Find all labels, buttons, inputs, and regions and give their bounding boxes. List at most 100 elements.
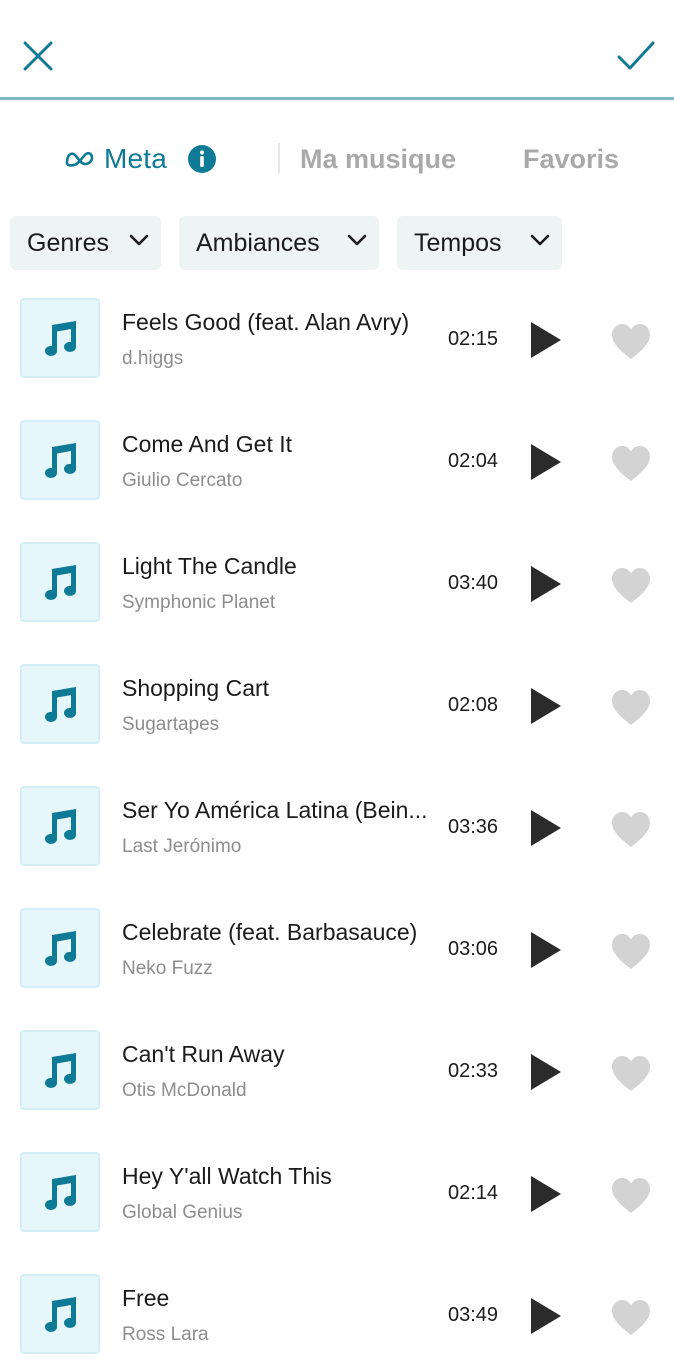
track-duration: 02:15: [448, 328, 499, 350]
track-title: Hey Y'all Watch This: [122, 1163, 332, 1189]
filter-ambiances-label: Ambiances: [196, 228, 320, 257]
track-artist: Sugartapes: [122, 714, 220, 735]
play-button[interactable]: [524, 1172, 566, 1216]
heart-icon: [612, 324, 650, 359]
filter-tempos-dropdown[interactable]: Tempos: [397, 216, 562, 270]
tab-meta[interactable]: Meta: [64, 139, 217, 179]
play-icon: [531, 688, 561, 724]
close-button[interactable]: [12, 30, 64, 82]
track-duration: 03:49: [448, 1304, 499, 1326]
track-artist: Symphonic Planet: [122, 592, 276, 613]
source-tabs: Meta Ma musique Favoris: [0, 103, 674, 208]
play-button[interactable]: [524, 928, 566, 972]
track-title: Feels Good (feat. Alan Avry): [122, 309, 410, 335]
music-note-icon: [20, 1274, 100, 1354]
play-button[interactable]: [524, 806, 566, 850]
track-row[interactable]: Free Ross Lara 03:49: [0, 1258, 674, 1370]
track-duration: 03:36: [448, 816, 499, 838]
track-row[interactable]: Celebrate (feat. Barbasauce) Neko Fuzz 0…: [0, 892, 674, 1004]
heart-icon: [612, 568, 650, 603]
favorite-button[interactable]: [607, 564, 655, 608]
heart-icon: [612, 1056, 650, 1091]
heart-icon: [612, 812, 650, 847]
track-title: Ser Yo América Latina (Bein...: [122, 797, 428, 823]
play-button[interactable]: [524, 440, 566, 484]
track-row[interactable]: Come And Get It Giulio Cercato 02:04: [0, 404, 674, 516]
music-note-icon: [20, 1152, 100, 1232]
track-duration: 03:40: [448, 572, 499, 594]
favorite-button[interactable]: [607, 808, 655, 852]
play-icon: [531, 810, 561, 846]
track-title: Can't Run Away: [122, 1041, 285, 1067]
track-artist: Ross Lara: [122, 1324, 209, 1345]
music-note-icon: [20, 298, 100, 378]
chevron-down-icon: [530, 233, 550, 247]
favorite-button[interactable]: [607, 930, 655, 974]
play-icon: [531, 1054, 561, 1090]
track-duration: 03:06: [448, 938, 499, 960]
track-artist: Last Jerónimo: [122, 836, 242, 857]
track-row[interactable]: Ser Yo América Latina (Bein... Last Jeró…: [0, 770, 674, 882]
track-title: Free: [122, 1285, 170, 1311]
heart-icon: [612, 690, 650, 725]
play-icon: [531, 932, 561, 968]
favorite-button[interactable]: [607, 1174, 655, 1218]
play-button[interactable]: [524, 562, 566, 606]
filter-genres-label: Genres: [27, 228, 109, 257]
track-title: Celebrate (feat. Barbasauce): [122, 919, 418, 945]
heart-icon: [612, 1178, 650, 1213]
play-icon: [531, 322, 561, 358]
track-duration: 02:08: [448, 694, 499, 716]
filter-genres-dropdown[interactable]: Genres: [10, 216, 161, 270]
meta-logo-icon: [64, 149, 98, 169]
check-icon: [617, 41, 655, 70]
music-note-icon: [20, 908, 100, 988]
track-artist: Giulio Cercato: [122, 470, 243, 491]
favorite-button[interactable]: [607, 686, 655, 730]
track-row[interactable]: Can't Run Away Otis McDonald 02:33: [0, 1014, 674, 1126]
confirm-button[interactable]: [610, 30, 662, 82]
tab-divider: [278, 143, 280, 173]
play-icon: [531, 1176, 561, 1212]
tab-favoris[interactable]: Favoris: [523, 139, 619, 179]
track-artist: d.higgs: [122, 348, 184, 369]
play-icon: [531, 444, 561, 480]
music-note-icon: [20, 542, 100, 622]
music-note-icon: [20, 1030, 100, 1110]
favorite-button[interactable]: [607, 1052, 655, 1096]
tab-ma-musique[interactable]: Ma musique: [300, 139, 456, 179]
info-icon[interactable]: [187, 144, 217, 174]
top-bar: [0, 0, 674, 100]
track-title: Shopping Cart: [122, 675, 270, 701]
play-button[interactable]: [524, 318, 566, 362]
play-icon: [531, 1298, 561, 1334]
heart-icon: [612, 1300, 650, 1335]
filter-bar: Genres Ambiances Tempos: [0, 216, 674, 272]
track-artist: Global Genius: [122, 1202, 243, 1223]
heart-icon: [612, 934, 650, 969]
track-title: Come And Get It: [122, 431, 293, 457]
chevron-down-icon: [129, 233, 149, 247]
track-duration: 02:14: [448, 1182, 499, 1204]
track-row[interactable]: Hey Y'all Watch This Global Genius 02:14: [0, 1136, 674, 1248]
favorite-button[interactable]: [607, 1296, 655, 1340]
filter-ambiances-dropdown[interactable]: Ambiances: [179, 216, 379, 270]
music-note-icon: [20, 786, 100, 866]
track-row[interactable]: Light The Candle Symphonic Planet 03:40: [0, 526, 674, 638]
music-note-icon: [20, 420, 100, 500]
track-duration: 02:04: [448, 450, 499, 472]
track-duration: 02:33: [448, 1060, 499, 1082]
play-button[interactable]: [524, 1050, 566, 1094]
track-artist: Neko Fuzz: [122, 958, 213, 979]
track-artist: Otis McDonald: [122, 1080, 247, 1101]
track-row[interactable]: Feels Good (feat. Alan Avry) d.higgs 02:…: [0, 282, 674, 394]
favorite-button[interactable]: [607, 442, 655, 486]
music-note-icon: [20, 664, 100, 744]
close-icon: [23, 41, 53, 71]
track-row[interactable]: Shopping Cart Sugartapes 02:08: [0, 648, 674, 760]
play-button[interactable]: [524, 684, 566, 728]
chevron-down-icon: [347, 233, 367, 247]
play-icon: [531, 566, 561, 602]
play-button[interactable]: [524, 1294, 566, 1338]
favorite-button[interactable]: [607, 320, 655, 364]
